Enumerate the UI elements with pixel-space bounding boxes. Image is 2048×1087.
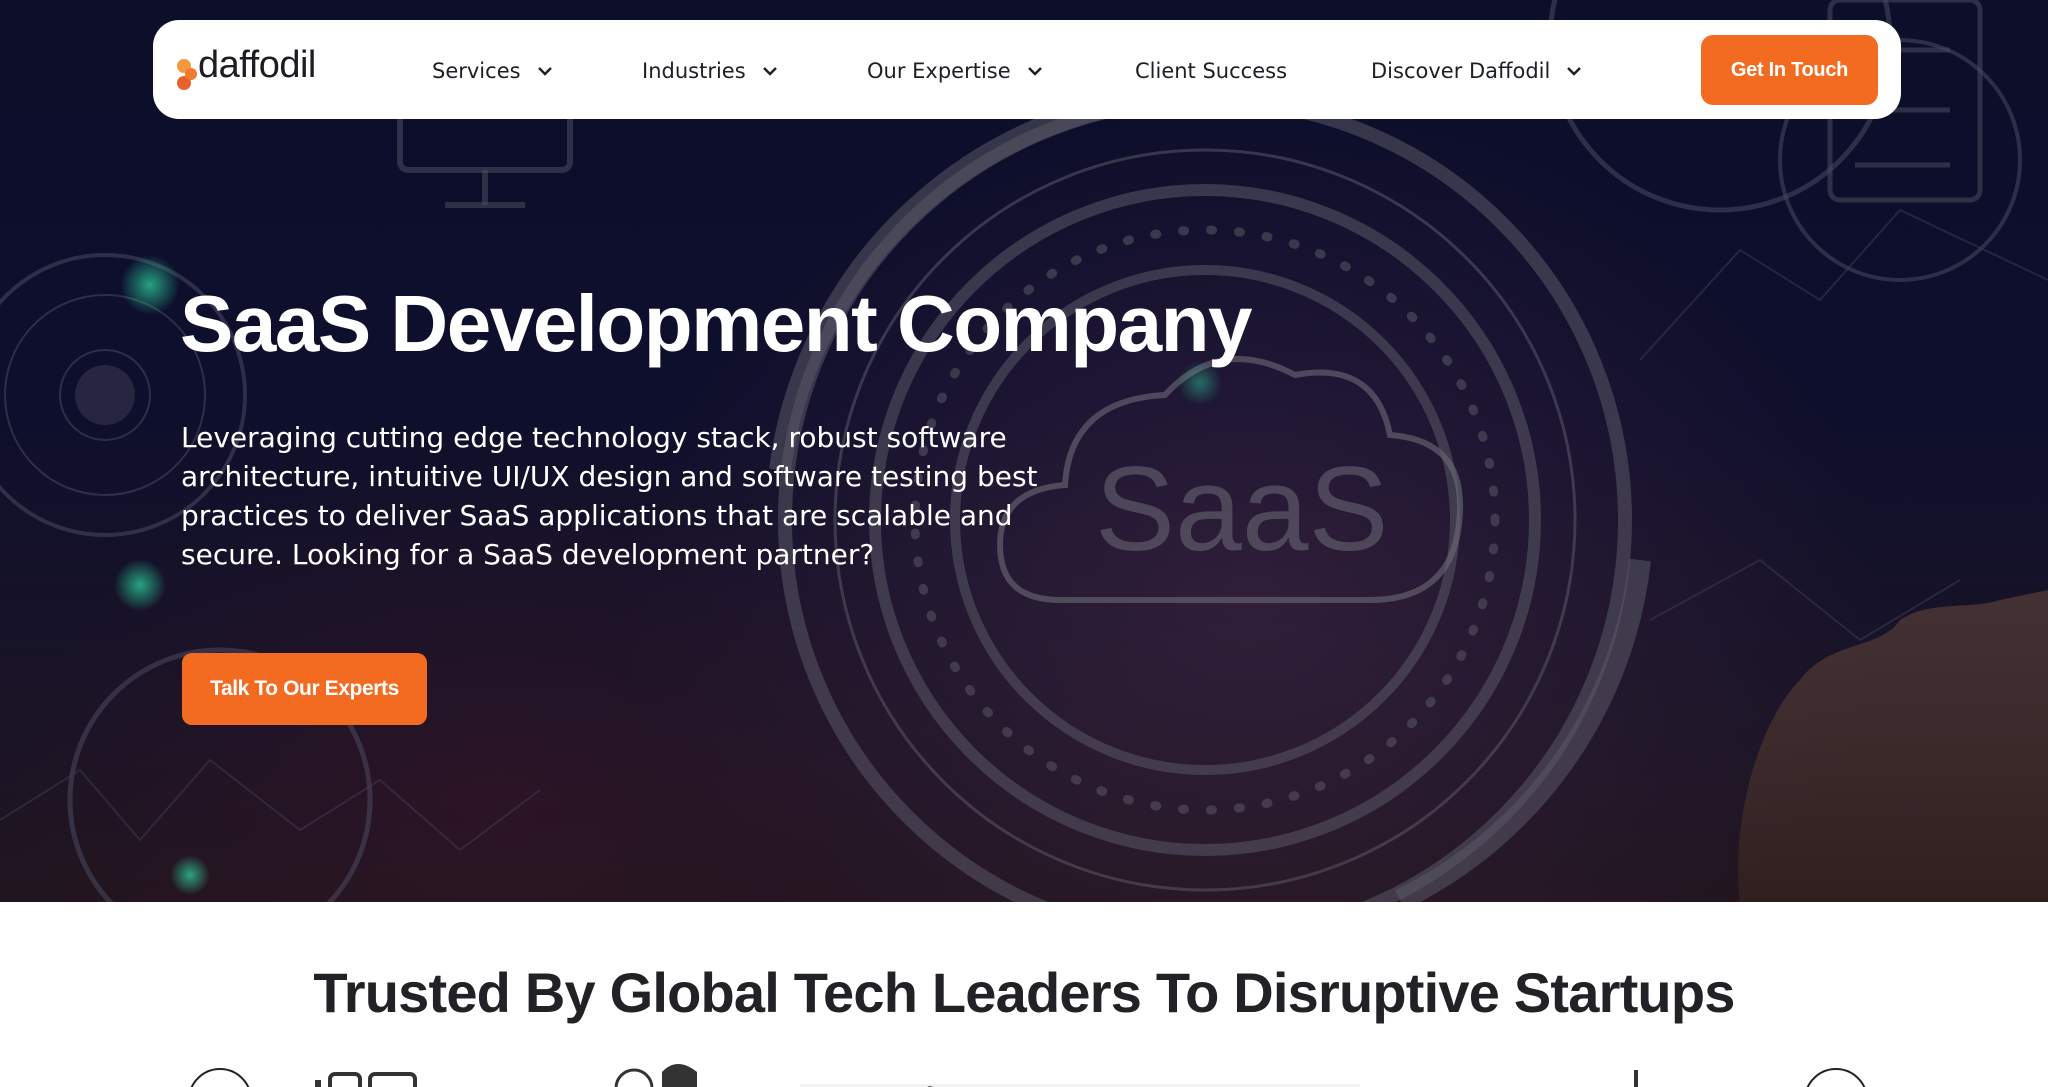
nav-item-label: Industries — [642, 59, 746, 83]
trusted-section-title: Trusted By Global Tech Leaders To Disrup… — [313, 961, 1735, 1024]
hero-section: SaaS daffodil Services Industries Our Ex… — [0, 0, 2048, 902]
carousel-next-button[interactable] — [1804, 1068, 1868, 1087]
hero-description: Leveraging cutting edge technology stack… — [181, 421, 1038, 571]
logo-text: daffodil — [198, 44, 316, 86]
chevron-down-icon — [1027, 67, 1042, 76]
nav-item-our-expertise[interactable]: Our Expertise — [867, 56, 1043, 86]
get-in-touch-button[interactable]: Get In Touch — [1701, 35, 1878, 105]
nav-item-label: Our Expertise — [867, 59, 1011, 83]
nav-item-industries[interactable]: Industries — [642, 56, 778, 86]
chevron-down-icon — [537, 67, 552, 76]
nav-item-discover-daffodil[interactable]: Discover Daffodil — [1371, 56, 1582, 86]
chevron-down-icon — [1567, 67, 1582, 76]
client-logo — [800, 1084, 1360, 1087]
nav-item-label: Client Success — [1135, 59, 1288, 83]
client-logo — [315, 1072, 417, 1087]
nav-item-client-success[interactable]: Client Success — [1135, 56, 1287, 86]
client-logo — [614, 1064, 697, 1087]
client-logo — [1634, 1070, 1638, 1087]
chevron-down-icon — [762, 67, 777, 76]
carousel-prev-button[interactable] — [188, 1068, 252, 1087]
talk-to-experts-button[interactable]: Talk To Our Experts — [182, 653, 427, 725]
hero-image-saas-text: SaaS — [1095, 442, 1389, 576]
nav-item-label: Services — [432, 59, 521, 83]
hero-title: SaaS Development Company — [180, 279, 1253, 368]
top-navbar: daffodil Services Industries Our Experti… — [153, 20, 1901, 119]
nav-item-services[interactable]: Services — [432, 56, 553, 86]
nav-item-label: Discover Daffodil — [1371, 59, 1551, 83]
daffodil-logo[interactable]: daffodil — [175, 44, 325, 96]
